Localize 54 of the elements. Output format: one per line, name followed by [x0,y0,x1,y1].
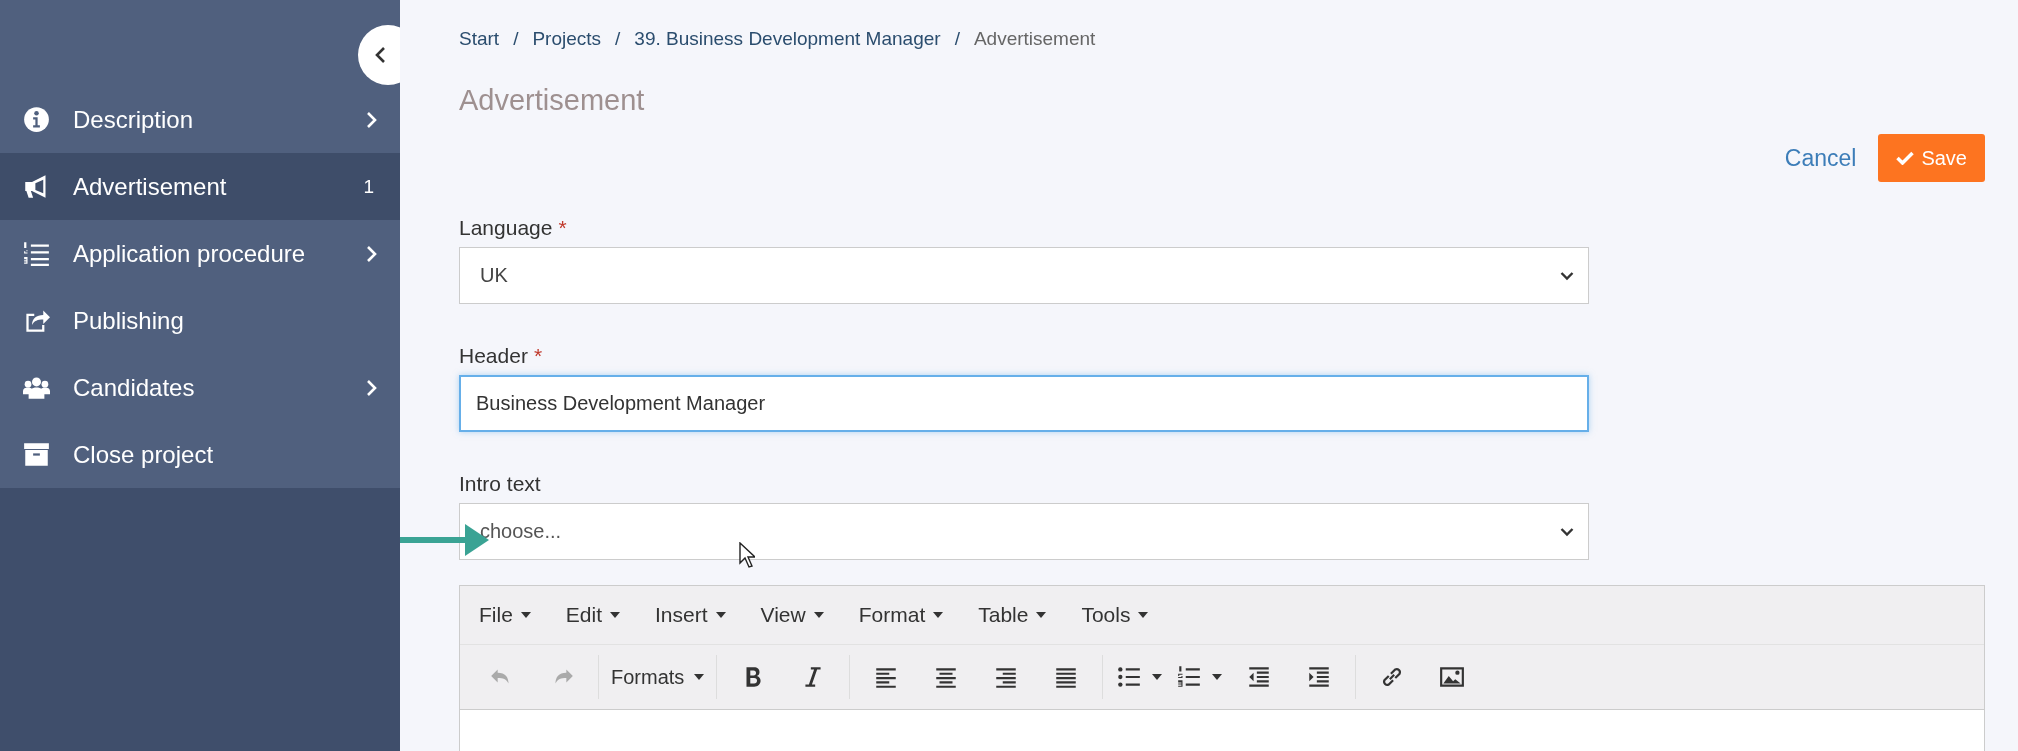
sidebar-item[interactable]: Publishing [0,287,400,354]
archive-icon [23,441,50,468]
field-label: Intro text [459,472,541,495]
chevron-down-icon [1560,270,1574,281]
field-label: Header [459,344,528,367]
caret-icon [1152,674,1163,680]
numbered-list-icon [23,240,50,267]
breadcrumb-separator: / [513,28,519,50]
formats-dropdown[interactable]: Formats [605,657,711,697]
caret-icon [610,612,621,618]
mouse-cursor-icon [739,542,755,568]
numbered-list-icon [1176,664,1203,690]
bullet-list-icon [1116,664,1143,690]
editor-menu[interactable]: Table [978,603,1047,627]
count-label: 1 [363,175,374,198]
breadcrumb-link[interactable]: 39. Business Development Manager [634,28,941,50]
required-mark: * [558,216,567,239]
caret-icon [715,612,726,618]
caret-icon [694,674,705,680]
page-title: Advertisement [459,84,646,118]
required-mark: * [533,344,543,367]
editor-menu[interactable]: File [479,603,531,627]
editor-menu[interactable]: Format [858,603,944,627]
image-icon [1439,664,1466,690]
sidebar-item[interactable]: Candidates [0,354,400,421]
field-label: Language [459,216,553,239]
chevron-down-icon [1560,526,1574,537]
caret-icon [933,612,944,618]
caret-icon [813,612,824,618]
editor-menu[interactable]: Insert [655,603,726,627]
sidebar-item[interactable]: Application procedure [0,220,400,287]
rich-text-editor[interactable]: File Edit Insert View Format Table Tools Formats [459,585,1985,751]
select-field[interactable]: choose... [459,503,1589,560]
sidebar-item[interactable]: Description [0,86,400,153]
cancel-link[interactable]: Cancel [1784,144,1857,172]
breadcrumb-separator: / [615,28,621,50]
sidebar-item[interactable]: Close project [0,421,400,488]
caret-icon [1036,612,1047,618]
chevron-left-icon [374,46,386,64]
text-field[interactable]: Business Development Manager [459,375,1589,432]
caret-icon [1212,674,1223,680]
caret-icon [520,612,531,618]
caret-icon [1138,612,1149,618]
breadcrumb-separator: / [954,28,960,50]
editor-menu[interactable]: Tools [1081,603,1149,627]
breadcrumb-current: Advertisement [973,28,1096,50]
info-icon [23,106,50,133]
checkmark-icon [1896,151,1915,165]
breadcrumb-link[interactable]: Projects [532,28,602,50]
editor-menu[interactable]: View [760,603,824,627]
breadcrumb-link[interactable]: Start [459,28,500,50]
editor-menu[interactable]: Edit [565,603,621,627]
users-icon [23,374,50,401]
select-field[interactable]: UK [459,247,1589,304]
